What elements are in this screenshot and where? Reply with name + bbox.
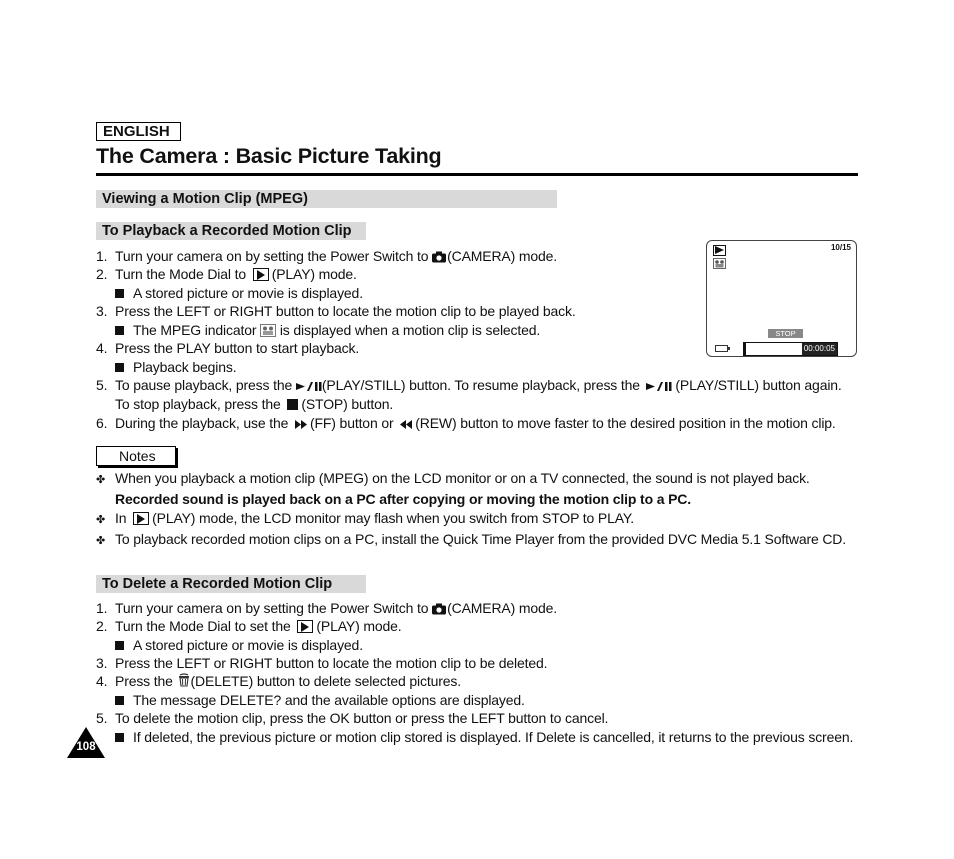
mpeg-indicator-icon <box>260 324 277 337</box>
note-item: ✤ In (PLAY) mode, the LCD monitor may fla… <box>96 509 846 529</box>
lcd-image-counter: 10/15 <box>830 243 851 252</box>
mpeg-indicator-icon <box>713 258 726 269</box>
play-mode-icon <box>297 620 314 633</box>
delete-heading: To Delete a Recorded Motion Clip <box>96 575 366 593</box>
square-bullet-icon <box>115 641 124 650</box>
lcd-progress-fill <box>744 343 746 355</box>
delete-step-4: 4. Press the (DELETE) button to delete se… <box>96 673 461 689</box>
square-bullet-icon <box>115 289 124 298</box>
play-mode-icon <box>133 512 150 525</box>
fast-forward-icon <box>294 420 307 429</box>
note-item-emphasis: Recorded sound is played back on a PC af… <box>115 491 691 507</box>
playback-step-6: 6. During the playback, use the (FF) butt… <box>96 415 836 431</box>
trash-icon <box>178 673 189 687</box>
lcd-progress-bar: 00:00:05 <box>743 342 838 356</box>
lcd-timecode: 00:00:05 <box>801 343 837 355</box>
diamond-bullet-icon: ✤ <box>96 535 106 547</box>
playback-step-4-note: Playback begins. <box>96 358 842 376</box>
lcd-status: STOP <box>768 329 803 338</box>
play-mode-icon <box>252 268 269 281</box>
square-bullet-icon <box>115 696 124 705</box>
camera-icon <box>432 251 447 263</box>
delete-steps: 1. Turn your camera on by setting the Pow… <box>96 599 853 746</box>
playback-step-5-cont: To stop playback, press the (STOP) butto… <box>115 396 394 412</box>
play-still-icon <box>645 382 672 391</box>
stop-icon <box>287 399 299 410</box>
lcd-preview: 10/15 STOP 00:00:05 <box>706 240 857 357</box>
playback-heading: To Playback a Recorded Motion Clip <box>96 222 366 240</box>
playback-step-5: 5. To pause playback, press the (PLAY/STI… <box>96 377 842 393</box>
delete-step-3: 3. Press the LEFT or RIGHT button to loca… <box>96 655 548 671</box>
battery-icon <box>715 345 730 352</box>
diamond-bullet-icon: ✤ <box>96 474 106 486</box>
language-badge: ENGLISH <box>96 122 181 141</box>
delete-step-2-note: A stored picture or movie is displayed. <box>96 636 853 654</box>
page-title: The Camera : Basic Picture Taking <box>96 144 442 168</box>
note-item: ✤ When you playback a motion clip (MPEG) … <box>96 469 846 489</box>
section-heading: Viewing a Motion Clip (MPEG) <box>96 190 557 208</box>
square-bullet-icon <box>115 363 124 372</box>
delete-step-4-note: The message DELETE? and the available op… <box>96 691 853 709</box>
camera-icon <box>432 603 447 615</box>
title-divider <box>96 173 858 176</box>
notes-label: Notes <box>96 446 176 466</box>
delete-step-5: 5. To delete the motion clip, press the O… <box>96 710 609 726</box>
note-item: ✤ To playback recorded motion clips on a … <box>96 530 846 550</box>
notes-list: ✤ When you playback a motion clip (MPEG) … <box>96 469 846 550</box>
delete-step-5-note: If deleted, the previous picture or moti… <box>96 728 853 746</box>
page-number: 108 <box>76 741 96 753</box>
play-mode-icon <box>713 245 726 256</box>
diamond-bullet-icon: ✤ <box>96 514 106 526</box>
square-bullet-icon <box>115 733 124 742</box>
rewind-icon <box>400 420 413 429</box>
delete-step-2: 2. Turn the Mode Dial to set the (PLAY) m… <box>96 618 402 634</box>
delete-step-1: 1. Turn your camera on by setting the Pow… <box>96 600 558 616</box>
play-still-icon <box>295 382 322 391</box>
square-bullet-icon <box>115 326 124 335</box>
